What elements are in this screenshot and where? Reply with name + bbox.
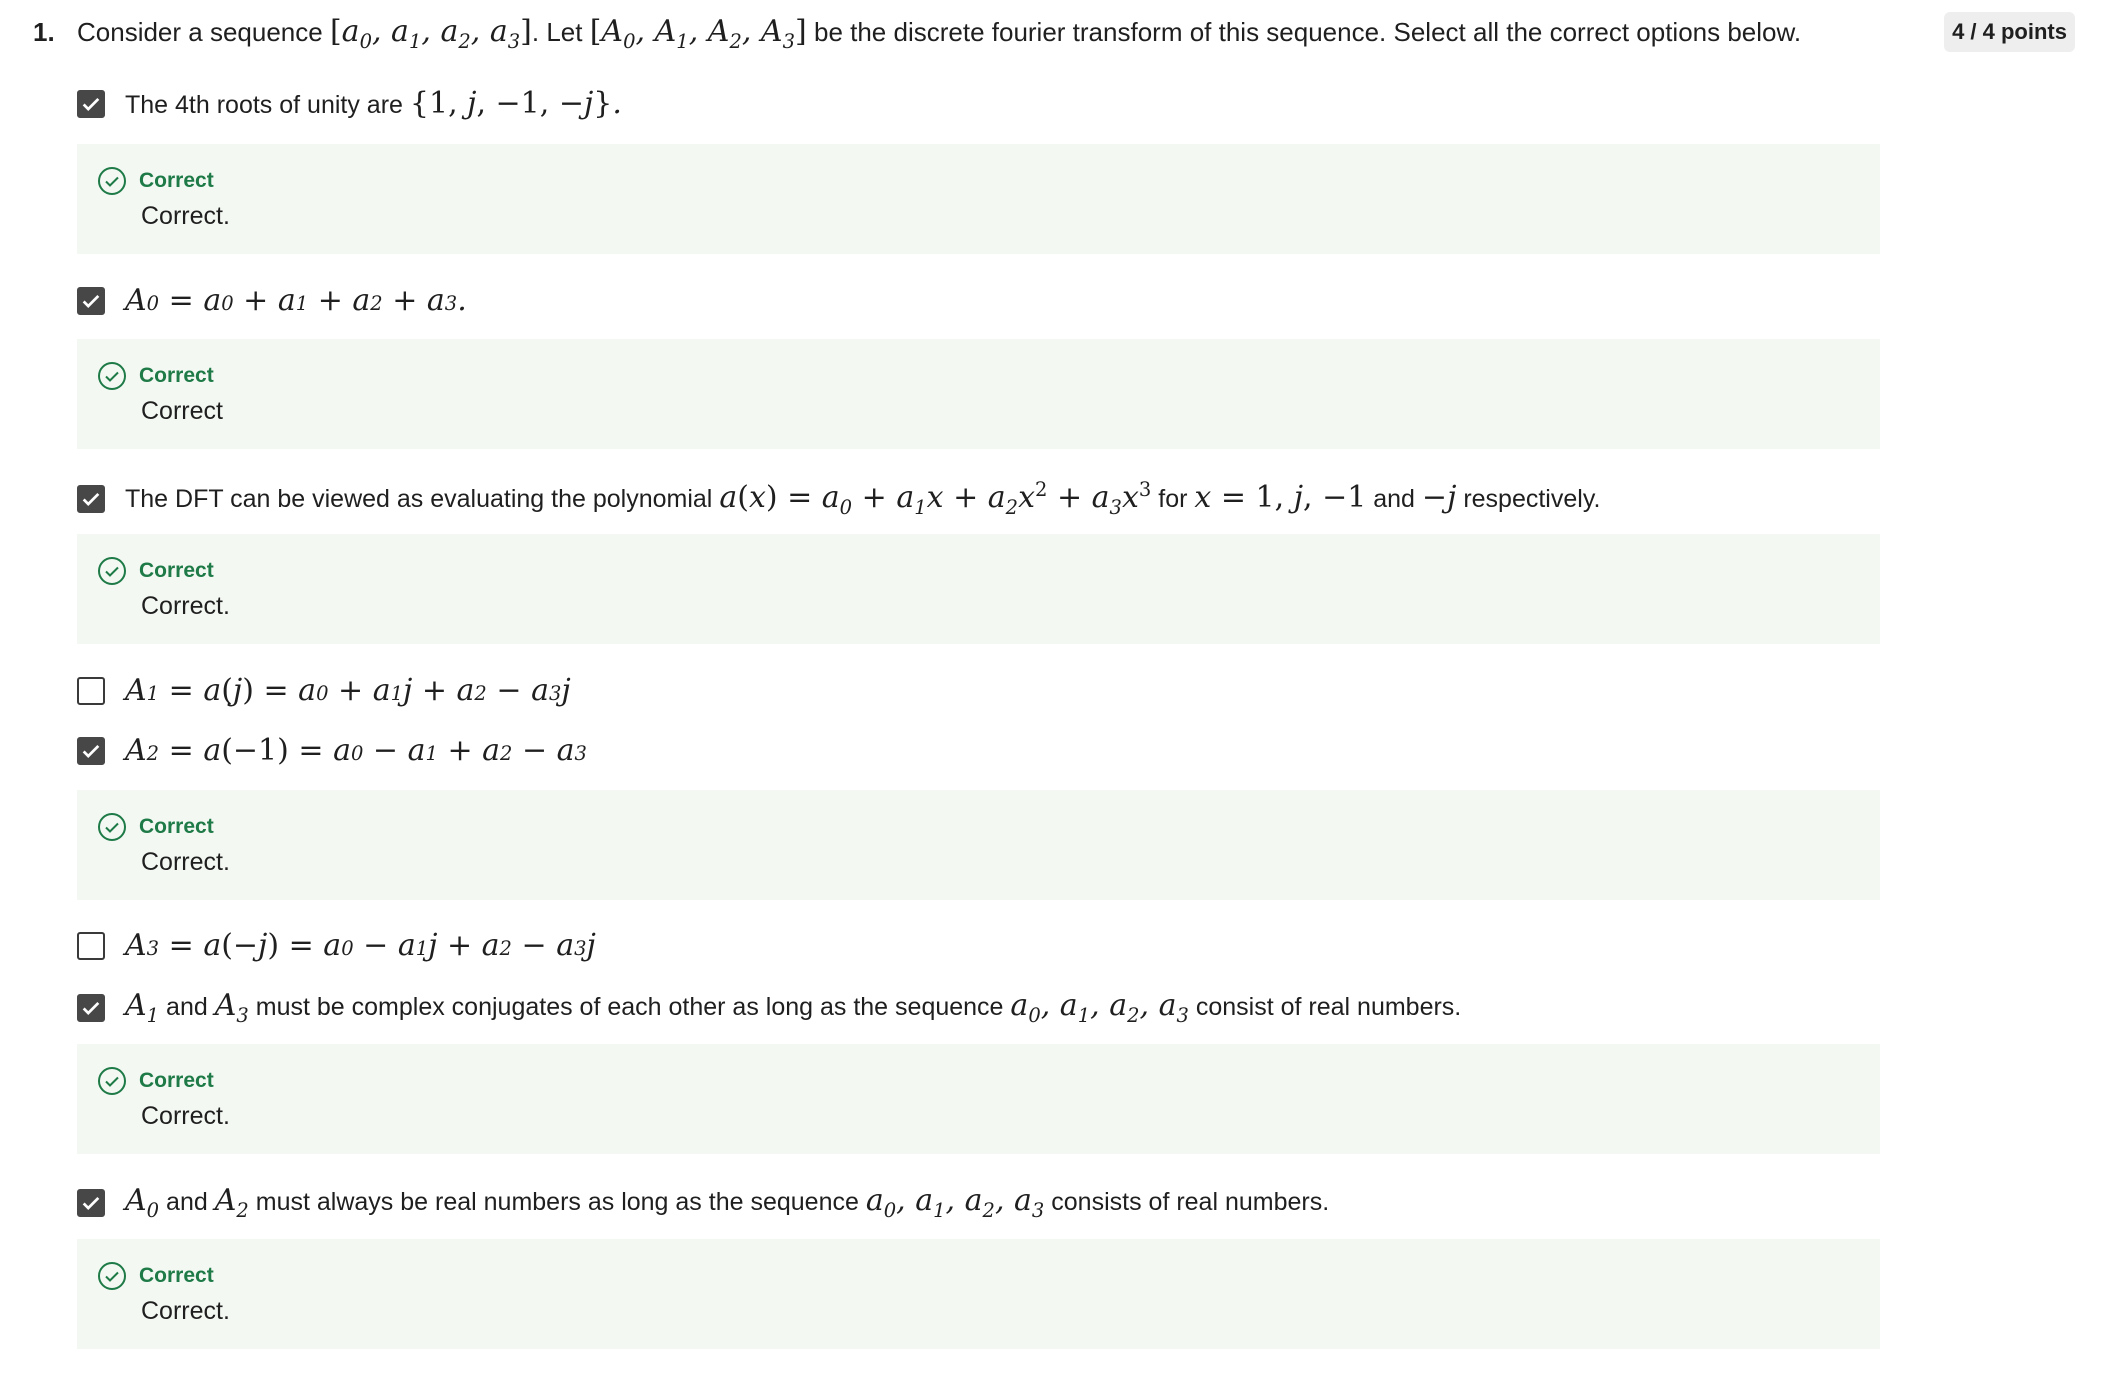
feedback-message: Correct. <box>141 592 230 620</box>
circle-check-icon <box>98 167 126 195</box>
question-prompt: Consider a sequence [a0, a1, a2, a3]. Le… <box>77 14 2073 53</box>
circle-check-icon <box>98 557 126 585</box>
option-math: A0 = a0 + a1 + a2 + a3. <box>125 283 467 318</box>
checkbox-checked[interactable] <box>77 736 105 765</box>
option-label: must always be real numbers as long as t… <box>255 1188 859 1216</box>
option-real-values[interactable]: A0 and A2 must always be real numbers as… <box>77 1183 1329 1222</box>
option-math: A3 = a (− j) = a0 − a1j + a2 − a3j <box>125 928 596 963</box>
option-roots-of-unity[interactable]: The 4th roots of unity are {1, j, −1, −j… <box>77 86 622 121</box>
feedback-title: Correct <box>139 559 214 582</box>
polynomial-math: a(x) = a0 + a1x + a2x2 + a3x3 <box>719 478 1152 519</box>
option-polynomial-eval[interactable]: The DFT can be viewed as evaluating the … <box>77 478 1600 519</box>
feedback-title: Correct <box>139 815 214 838</box>
checkbox-checked[interactable] <box>77 89 105 118</box>
feedback-header: Correct <box>97 812 214 842</box>
question-tail: be the discrete fourier transform of thi… <box>813 17 1802 47</box>
option-label: The DFT can be viewed as evaluating the … <box>125 485 713 513</box>
option-label-and: and <box>166 993 208 1021</box>
feedback-message: Correct. <box>141 1102 230 1130</box>
feedback-title: Correct <box>139 169 214 192</box>
checkbox-checked[interactable] <box>77 1188 105 1217</box>
check-icon <box>82 492 100 506</box>
option-text: The 4th roots of unity are {1, j, −1, −j… <box>125 86 622 121</box>
option-label-tail: consist of real numbers. <box>1195 993 1462 1021</box>
feedback-box: Correct Correct. <box>77 1044 1880 1154</box>
feedback-header: Correct <box>97 166 214 196</box>
x-values-math: x = 1, j, −1 <box>1194 480 1367 515</box>
dft-math: [A0, A1, A2, A3] <box>589 14 807 53</box>
points-badge: 4 / 4 points <box>1944 12 2075 52</box>
option-conjugates[interactable]: A1 and A3 must be complex conjugates of … <box>77 988 1461 1027</box>
question-number: 1. <box>33 17 55 47</box>
option-math: A1 = a(j) = a0 + a1j + a2 − a3j <box>125 673 571 708</box>
a3-math: A3 <box>214 988 249 1027</box>
feedback-header: Correct <box>97 361 214 391</box>
feedback-header: Correct <box>97 1261 214 1291</box>
neg-j-math: −j <box>1421 480 1457 515</box>
check-icon <box>82 1196 100 1210</box>
checkbox-checked[interactable] <box>77 484 105 513</box>
checkbox-unchecked[interactable] <box>77 676 105 705</box>
option-math: {1, j, −1, −j}. <box>409 86 622 121</box>
feedback-box: Correct Correct. <box>77 790 1880 900</box>
feedback-box: Correct Correct. <box>77 534 1880 644</box>
option-label: The 4th roots of unity are <box>125 91 403 119</box>
check-icon <box>82 294 100 308</box>
option-a1-eval[interactable]: A1 = a(j) = a0 + a1j + a2 − a3j <box>77 673 571 708</box>
feedback-message: Correct. <box>141 848 230 876</box>
sequence-math: a0, a1, a2, a3 <box>1010 988 1189 1027</box>
option-math: A2 = a (−1) = a0 − a1 + a2 − a3 <box>125 733 587 768</box>
sequence-math: [a0, a1, a2, a3] <box>329 14 532 53</box>
feedback-title: Correct <box>139 364 214 387</box>
feedback-message: Correct <box>141 397 223 425</box>
circle-check-icon <box>98 1067 126 1095</box>
option-label-for: for <box>1158 485 1188 513</box>
feedback-message: Correct. <box>141 1297 230 1325</box>
feedback-header: Correct <box>97 1066 214 1096</box>
checkbox-checked[interactable] <box>77 993 105 1022</box>
option-label-and: and <box>166 1188 208 1216</box>
circle-check-icon <box>98 813 126 841</box>
feedback-title: Correct <box>139 1069 214 1092</box>
a1-math: A1 <box>125 988 160 1027</box>
sequence-math: a0, a1, a2, a3 <box>865 1183 1045 1222</box>
option-a3-eval[interactable]: A3 = a (− j) = a0 − a1j + a2 − a3j <box>77 928 596 963</box>
option-label-tail: consists of real numbers. <box>1051 1188 1330 1216</box>
a0-math: A0 <box>125 1183 160 1222</box>
question-mid: . Let <box>531 17 583 47</box>
check-icon <box>82 744 100 758</box>
feedback-box: Correct Correct. <box>77 144 1880 254</box>
option-text: A1 and A3 must be complex conjugates of … <box>125 988 1461 1027</box>
feedback-title: Correct <box>139 1264 214 1287</box>
question-header: 1. Consider a sequence [a0, a1, a2, a3].… <box>33 14 2073 53</box>
option-label-respectively: respectively. <box>1463 485 1601 513</box>
checkbox-checked[interactable] <box>77 286 105 315</box>
option-text: A0 and A2 must always be real numbers as… <box>125 1183 1329 1222</box>
check-icon <box>82 97 100 111</box>
question-intro: Consider a sequence <box>77 17 323 47</box>
feedback-header: Correct <box>97 556 214 586</box>
circle-check-icon <box>98 362 126 390</box>
option-label: must be complex conjugates of each other… <box>255 993 1004 1021</box>
checkbox-unchecked[interactable] <box>77 931 105 960</box>
feedback-box: Correct Correct <box>77 339 1880 449</box>
feedback-message: Correct. <box>141 202 230 230</box>
feedback-box: Correct Correct. <box>77 1239 1880 1349</box>
option-a0-sum[interactable]: A0 = a0 + a1 + a2 + a3. <box>77 283 467 318</box>
circle-check-icon <box>98 1262 126 1290</box>
a2-math: A2 <box>214 1183 249 1222</box>
option-label-and: and <box>1373 485 1415 513</box>
option-a2-eval[interactable]: A2 = a (−1) = a0 − a1 + a2 − a3 <box>77 733 587 768</box>
option-text: The DFT can be viewed as evaluating the … <box>125 478 1600 519</box>
check-icon <box>82 1001 100 1015</box>
